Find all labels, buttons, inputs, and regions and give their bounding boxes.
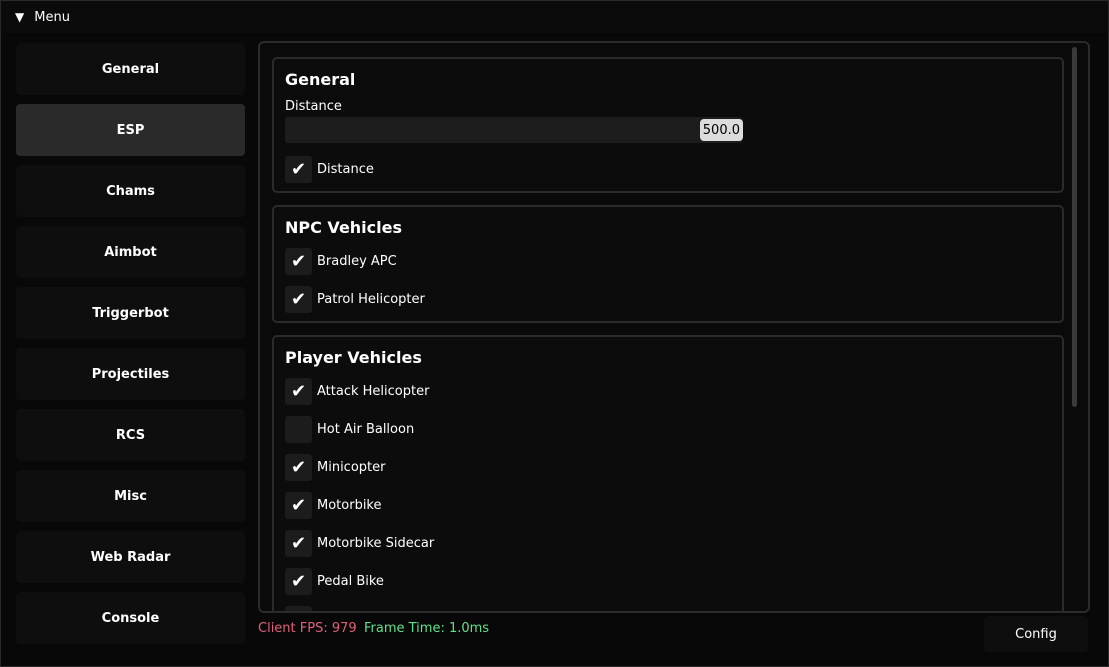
minicopter-check-row[interactable]: ✔ Minicopter [285, 453, 385, 481]
motorbike-label: Motorbike [317, 497, 382, 513]
pedal-bike-label: Pedal Bike [317, 573, 384, 589]
content-scrollbar[interactable] [1070, 45, 1079, 605]
sidebar-item-general[interactable]: General [16, 43, 245, 95]
partial-checkbox[interactable] [285, 605, 312, 611]
motorbike-sidecar-check-row[interactable]: ✔ Motorbike Sidecar [285, 529, 434, 557]
frame-time-readout: Frame Time: 1.0ms [364, 621, 490, 636]
sidebar-item-misc[interactable]: Misc [16, 470, 245, 522]
npc-vehicles-section-title: NPC Vehicles [285, 218, 403, 237]
sidebar: General ESP Chams Aimbot Triggerbot Proj… [15, 41, 247, 651]
attack-helicopter-check-row[interactable]: ✔ Attack Helicopter [285, 377, 429, 405]
checkmark-icon: ✔ [290, 158, 307, 180]
menu-window: ▼ Menu General ESP Chams Aimbot Triggerb… [0, 0, 1109, 667]
bradley-apc-check-row[interactable]: ✔ Bradley APC [285, 247, 397, 275]
motorbike-sidecar-label: Motorbike Sidecar [317, 535, 435, 551]
sidebar-item-esp[interactable]: ESP [16, 104, 245, 156]
distance-slider[interactable]: 500.0 [285, 117, 743, 143]
bradley-apc-checkbox[interactable]: ✔ [285, 247, 312, 275]
motorbike-check-row[interactable]: ✔ Motorbike [285, 491, 382, 519]
scrollbar-thumb[interactable] [1072, 47, 1077, 407]
general-section: General Distance 500.0 ✔ Distance [272, 57, 1064, 193]
checkmark-icon: ✔ [290, 494, 307, 516]
attack-helicopter-checkbox[interactable]: ✔ [285, 377, 312, 405]
patrol-helicopter-check-row[interactable]: ✔ Patrol Helicopter [285, 285, 425, 313]
sidebar-item-rcs[interactable]: RCS [16, 409, 245, 461]
distance-slider-handle[interactable]: 500.0 [699, 119, 743, 141]
attack-helicopter-label: Attack Helicopter [317, 383, 430, 399]
sidebar-item-projectiles[interactable]: Projectiles [16, 348, 245, 400]
config-button[interactable]: Config [984, 616, 1088, 652]
distance-checkbox[interactable]: ✔ [285, 155, 312, 183]
checkmark-icon: ✔ [290, 288, 307, 310]
player-vehicles-section-title: Player Vehicles [285, 348, 422, 367]
pedal-bike-checkbox[interactable]: ✔ [285, 567, 312, 595]
patrol-helicopter-checkbox[interactable]: ✔ [285, 285, 312, 313]
patrol-helicopter-label: Patrol Helicopter [317, 291, 425, 307]
collapse-triangle-icon[interactable]: ▼ [15, 10, 24, 24]
partial-check-row[interactable] [285, 605, 312, 611]
sidebar-item-web-radar[interactable]: Web Radar [16, 531, 245, 583]
hot-air-balloon-label: Hot Air Balloon [317, 421, 415, 437]
client-fps-readout: Client FPS: 979 [258, 621, 357, 636]
checkmark-icon: ✔ [290, 456, 307, 478]
sidebar-item-aimbot[interactable]: Aimbot [16, 226, 245, 278]
sidebar-item-console[interactable]: Console [16, 592, 245, 644]
pedal-bike-check-row[interactable]: ✔ Pedal Bike [285, 567, 384, 595]
general-section-title: General [285, 70, 356, 89]
hot-air-balloon-check-row[interactable]: Hot Air Balloon [285, 415, 414, 443]
checkmark-icon: ✔ [290, 570, 307, 592]
npc-vehicles-section: NPC Vehicles ✔ Bradley APC ✔ Patrol Heli… [272, 205, 1064, 323]
player-vehicles-section: Player Vehicles ✔ Attack Helicopter Hot … [272, 335, 1064, 611]
checkmark-icon: ✔ [290, 532, 307, 554]
distance-check-row[interactable]: ✔ Distance [285, 155, 374, 183]
motorbike-sidecar-checkbox[interactable]: ✔ [285, 529, 312, 557]
distance-slider-label: Distance [285, 99, 342, 114]
sidebar-item-triggerbot[interactable]: Triggerbot [16, 287, 245, 339]
bradley-apc-label: Bradley APC [317, 253, 397, 269]
motorbike-checkbox[interactable]: ✔ [285, 491, 312, 519]
hot-air-balloon-checkbox[interactable] [285, 415, 312, 443]
window-title: Menu [34, 9, 70, 25]
checkmark-icon: ✔ [290, 380, 307, 402]
minicopter-label: Minicopter [317, 459, 386, 475]
title-bar[interactable]: ▼ Menu [1, 1, 1108, 33]
distance-check-label: Distance [317, 161, 374, 177]
esp-content-panel: General Distance 500.0 ✔ Distance NPC Ve… [258, 41, 1090, 613]
sidebar-item-chams[interactable]: Chams [16, 165, 245, 217]
checkmark-icon: ✔ [290, 250, 307, 272]
minicopter-checkbox[interactable]: ✔ [285, 453, 312, 481]
